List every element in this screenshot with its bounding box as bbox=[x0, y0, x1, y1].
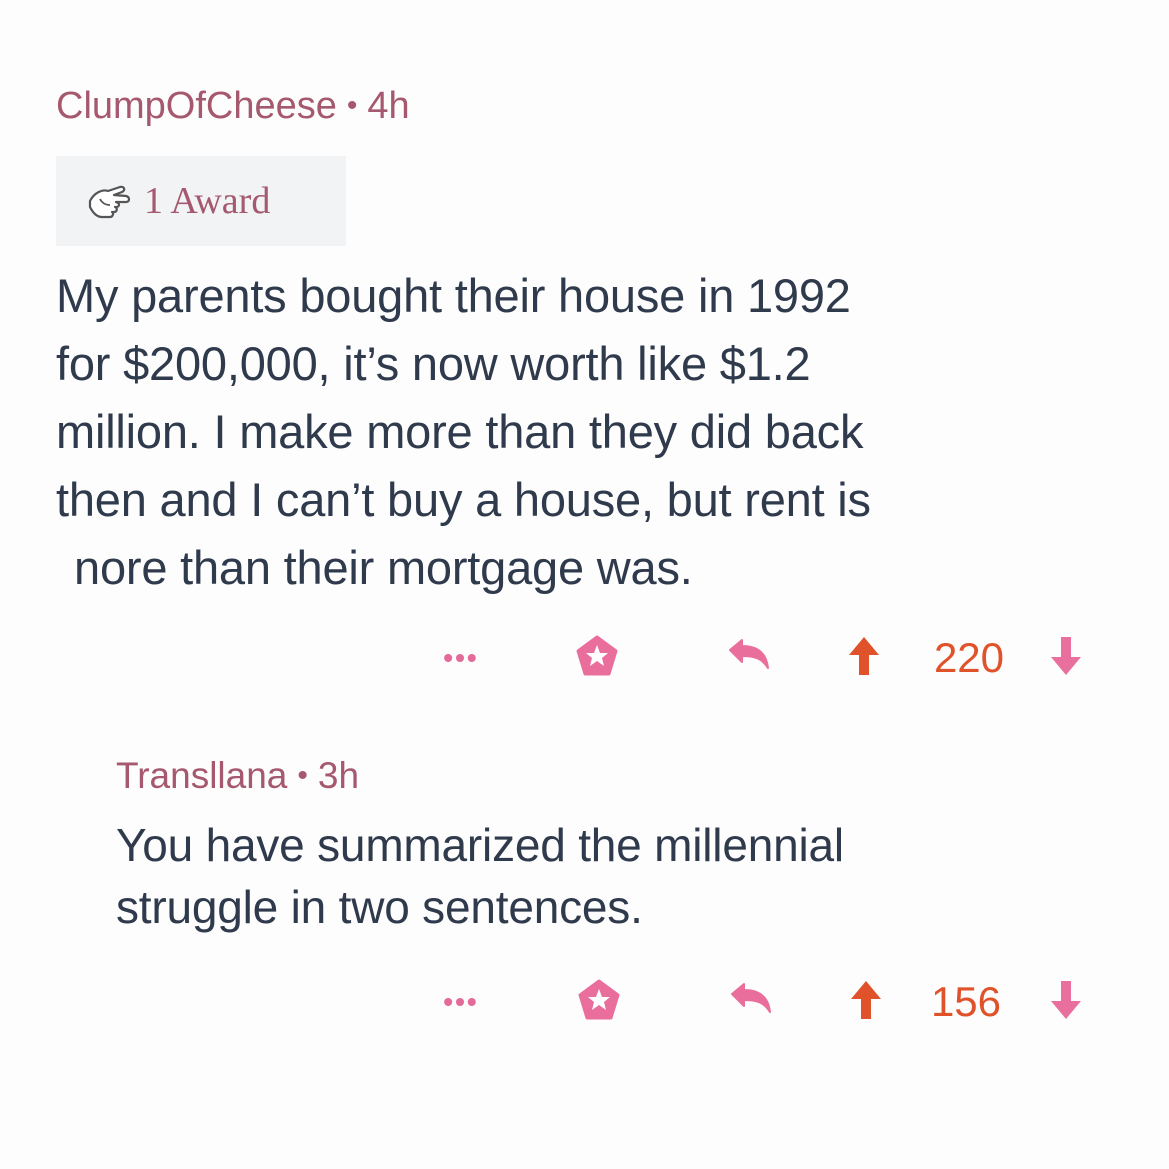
upvote-arrow-icon bbox=[849, 979, 883, 1026]
downvote-button[interactable] bbox=[1046, 972, 1086, 1032]
vote-score: 220 bbox=[933, 634, 1005, 681]
star-pentagon-icon bbox=[577, 978, 621, 1027]
comment-body: You have summarized the millennial strug… bbox=[116, 814, 1116, 938]
author-name[interactable]: ClumpOfCheese bbox=[56, 85, 337, 127]
comment-age: 3h bbox=[317, 755, 360, 796]
comment-meta: Transllana • 3h bbox=[116, 748, 1116, 804]
save-button[interactable] bbox=[574, 972, 624, 1032]
reply-button[interactable] bbox=[724, 628, 774, 688]
comment-body-line: You have summarized the millennial bbox=[116, 819, 844, 871]
comment-body-line: My parents bought their house in 1992 bbox=[56, 269, 851, 322]
pointing-hand-icon bbox=[86, 179, 134, 223]
comment-body-line: nore than their mortgage was. bbox=[74, 541, 693, 594]
comment-body-line: struggle in two sentences. bbox=[116, 881, 643, 933]
meta-separator: • bbox=[297, 759, 308, 792]
comment-age: 4h bbox=[367, 85, 410, 127]
reply-button[interactable] bbox=[726, 972, 776, 1032]
upvote-button[interactable] bbox=[846, 972, 886, 1032]
more-options-button[interactable]: ••• bbox=[436, 972, 486, 1032]
award-badge[interactable]: 1 Award bbox=[56, 156, 346, 246]
comment-body-line: then and I can’t buy a house, but rent i… bbox=[56, 473, 871, 526]
save-button[interactable] bbox=[572, 628, 622, 688]
comment-thread: ClumpOfCheese • 4h 1 Award My parents boug… bbox=[0, 0, 1169, 1169]
reply-comment: Transllana • 3h You have summarized the mi… bbox=[116, 748, 1116, 938]
comment-body: My parents bought their house in 1992 fo… bbox=[56, 262, 1116, 602]
upvote-button[interactable] bbox=[844, 628, 884, 688]
comment-body-line: for $200,000, it’s now worth like $1.2 bbox=[56, 337, 811, 390]
downvote-arrow-icon bbox=[1049, 635, 1083, 682]
author-name[interactable]: Transllana bbox=[116, 755, 287, 796]
reply-arrow-icon bbox=[726, 636, 772, 681]
more-dots-icon: ••• bbox=[443, 986, 479, 1017]
comment-meta: ClumpOfCheese • 4h bbox=[56, 78, 1116, 134]
comment: ClumpOfCheese • 4h 1 Award My parents boug… bbox=[56, 78, 1116, 602]
more-dots-icon: ••• bbox=[443, 642, 479, 673]
meta-separator: • bbox=[346, 89, 358, 122]
downvote-arrow-icon bbox=[1049, 979, 1083, 1026]
award-label: 1 Award bbox=[144, 180, 271, 222]
comment-actions: ••• 220 bbox=[0, 628, 1169, 688]
more-options-button[interactable]: ••• bbox=[436, 628, 486, 688]
upvote-arrow-icon bbox=[847, 635, 881, 682]
vote-score: 156 bbox=[930, 978, 1002, 1025]
reply-arrow-icon bbox=[728, 980, 774, 1025]
downvote-button[interactable] bbox=[1046, 628, 1086, 688]
comment-body-line: million. I make more than they did back bbox=[56, 405, 864, 458]
star-pentagon-icon bbox=[575, 634, 619, 683]
comment-actions: ••• 156 bbox=[0, 972, 1169, 1032]
